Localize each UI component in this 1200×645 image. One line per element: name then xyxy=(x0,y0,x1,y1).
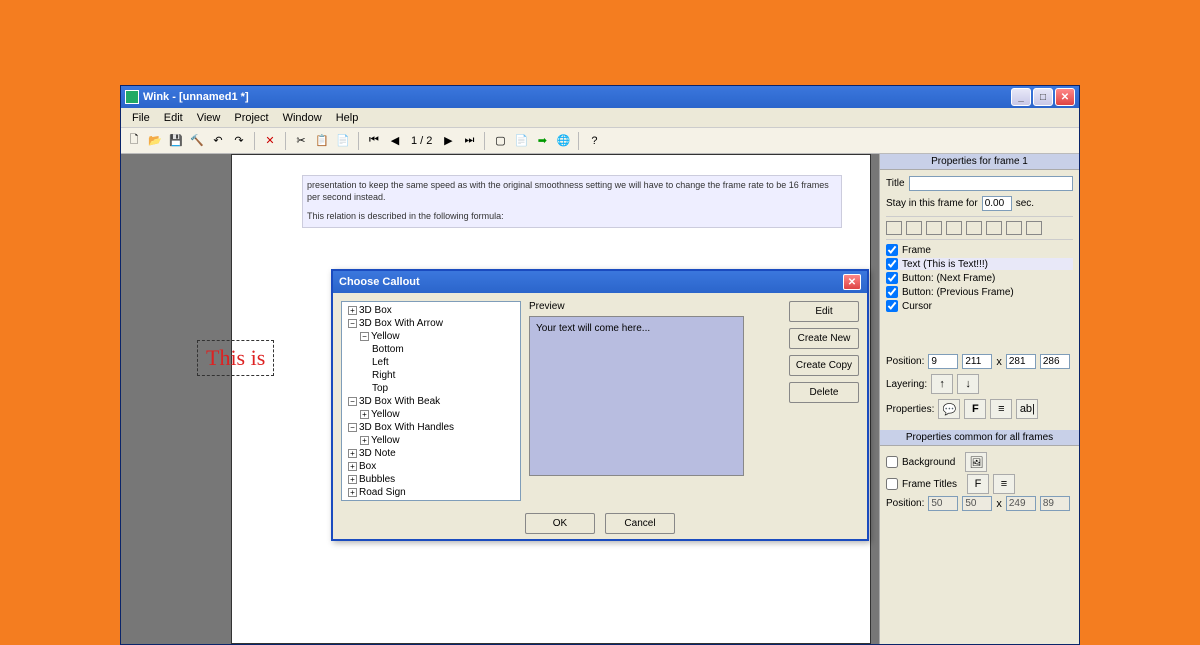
stay-unit: sec. xyxy=(1016,198,1034,209)
font-icon[interactable]: F xyxy=(964,399,986,419)
title-input[interactable] xyxy=(909,176,1073,191)
ok-button[interactable]: OK xyxy=(525,513,595,534)
chk-prev[interactable] xyxy=(886,286,898,298)
pos-x[interactable] xyxy=(928,354,958,369)
titlebar[interactable]: Wink - [unnamed1 *] _ □ ✕ xyxy=(121,86,1079,108)
copy-icon[interactable]: 📋 xyxy=(313,132,331,150)
create-copy-button[interactable]: Create Copy xyxy=(789,355,859,376)
edit-button[interactable]: Edit xyxy=(789,301,859,322)
create-new-button[interactable]: Create New xyxy=(789,328,859,349)
menu-view[interactable]: View xyxy=(190,110,228,126)
pos2-h xyxy=(1040,496,1070,511)
pos-y[interactable] xyxy=(962,354,992,369)
props-label: Properties: xyxy=(886,404,934,415)
preview-label: Preview xyxy=(529,301,781,312)
pos2-label: Position: xyxy=(886,498,924,509)
preview-box: Your text will come here... xyxy=(529,316,744,476)
layer-label: Layering: xyxy=(886,379,927,390)
ft-align-icon[interactable]: ≡ xyxy=(993,474,1015,494)
next-icon[interactable]: ▶ xyxy=(439,132,457,150)
chk-cursor[interactable] xyxy=(886,300,898,312)
properties-panel: Properties for frame 1 Title Stay in thi… xyxy=(879,154,1079,644)
first-icon[interactable]: ⏮ xyxy=(365,132,383,150)
prop-icon[interactable] xyxy=(1026,221,1042,235)
delete-button[interactable]: Delete xyxy=(789,382,859,403)
open-icon[interactable]: 📂 xyxy=(146,132,164,150)
minimize-button[interactable]: _ xyxy=(1011,88,1031,106)
pos-w[interactable] xyxy=(1006,354,1036,369)
menubar: File Edit View Project Window Help xyxy=(121,108,1079,128)
prop-icon[interactable] xyxy=(906,221,922,235)
tool-icon[interactable]: 🔨 xyxy=(188,132,206,150)
chk-text[interactable] xyxy=(886,258,898,270)
last-icon[interactable]: ⏭ xyxy=(460,132,478,150)
callout-tree[interactable]: +3D Box −3D Box With Arrow −Yellow Botto… xyxy=(341,301,521,501)
prop-icon[interactable] xyxy=(986,221,1002,235)
window-title: Wink - [unnamed1 *] xyxy=(143,91,249,103)
cancel-button[interactable]: Cancel xyxy=(605,513,675,534)
align-icon[interactable]: ≡ xyxy=(990,399,1012,419)
prev-icon[interactable]: ◀ xyxy=(386,132,404,150)
panel-header: Properties for frame 1 xyxy=(880,154,1079,170)
stay-input[interactable] xyxy=(982,196,1012,211)
menu-edit[interactable]: Edit xyxy=(157,110,190,126)
redo-icon[interactable]: ↷ xyxy=(230,132,248,150)
menu-file[interactable]: File xyxy=(125,110,157,126)
toolbar: 🗋 📂 💾 🔨 ↶ ↷ ✕ ✂ 📋 📄 ⏮ ◀ 1 / 2 ▶ ⏭ ▢ 📄 ➡ … xyxy=(121,128,1079,154)
stay-label: Stay in this frame for xyxy=(886,198,978,209)
dialog-titlebar[interactable]: Choose Callout ✕ xyxy=(333,271,867,293)
chk-frame[interactable] xyxy=(886,244,898,256)
globe-icon[interactable]: 🌐 xyxy=(554,132,572,150)
doc-icon[interactable]: 📄 xyxy=(512,132,530,150)
chk-next[interactable] xyxy=(886,272,898,284)
dialog-close-button[interactable]: ✕ xyxy=(843,274,861,290)
sample-text: presentation to keep the same speed as w… xyxy=(302,175,842,228)
run-icon[interactable]: ➡ xyxy=(533,132,551,150)
prop-icon[interactable] xyxy=(926,221,942,235)
prop-icon[interactable] xyxy=(1006,221,1022,235)
panel2-header: Properties common for all frames xyxy=(880,430,1079,446)
maximize-button[interactable]: □ xyxy=(1033,88,1053,106)
help-icon[interactable]: ? xyxy=(585,132,603,150)
frame-icon[interactable]: ▢ xyxy=(491,132,509,150)
menu-project[interactable]: Project xyxy=(227,110,275,126)
edit-text-icon[interactable]: ab| xyxy=(1016,399,1038,419)
text-object[interactable]: This is xyxy=(197,340,274,376)
save-icon[interactable]: 💾 xyxy=(167,132,185,150)
callout-icon[interactable]: 💬 xyxy=(938,399,960,419)
prop-icon[interactable] xyxy=(946,221,962,235)
ft-font-icon[interactable]: F xyxy=(967,474,989,494)
prop-icon[interactable] xyxy=(886,221,902,235)
paste-icon[interactable]: 📄 xyxy=(334,132,352,150)
layer-down[interactable]: ↓ xyxy=(957,374,979,394)
pos-h[interactable] xyxy=(1040,354,1070,369)
undo-icon[interactable]: ↶ xyxy=(209,132,227,150)
new-icon[interactable]: 🗋 xyxy=(125,132,143,150)
delete-icon[interactable]: ✕ xyxy=(261,132,279,150)
layer-up[interactable]: ↑ xyxy=(931,374,953,394)
dialog-title: Choose Callout xyxy=(339,276,420,288)
app-icon xyxy=(125,90,139,104)
choose-callout-dialog: Choose Callout ✕ +3D Box −3D Box With Ar… xyxy=(331,269,869,541)
title-label: Title xyxy=(886,178,905,189)
cut-icon[interactable]: ✂ xyxy=(292,132,310,150)
menu-window[interactable]: Window xyxy=(276,110,329,126)
pos-label: Position: xyxy=(886,356,924,367)
prop-icon[interactable] xyxy=(966,221,982,235)
chk-bg[interactable] xyxy=(886,456,898,468)
page-indicator: 1 / 2 xyxy=(407,135,436,147)
chk-ft[interactable] xyxy=(886,478,898,490)
pos2-w xyxy=(1006,496,1036,511)
close-button[interactable]: ✕ xyxy=(1055,88,1075,106)
menu-help[interactable]: Help xyxy=(329,110,366,126)
pos2-x xyxy=(928,496,958,511)
bg-pick-icon[interactable]: 🖼 xyxy=(965,452,987,472)
pos2-y xyxy=(962,496,992,511)
